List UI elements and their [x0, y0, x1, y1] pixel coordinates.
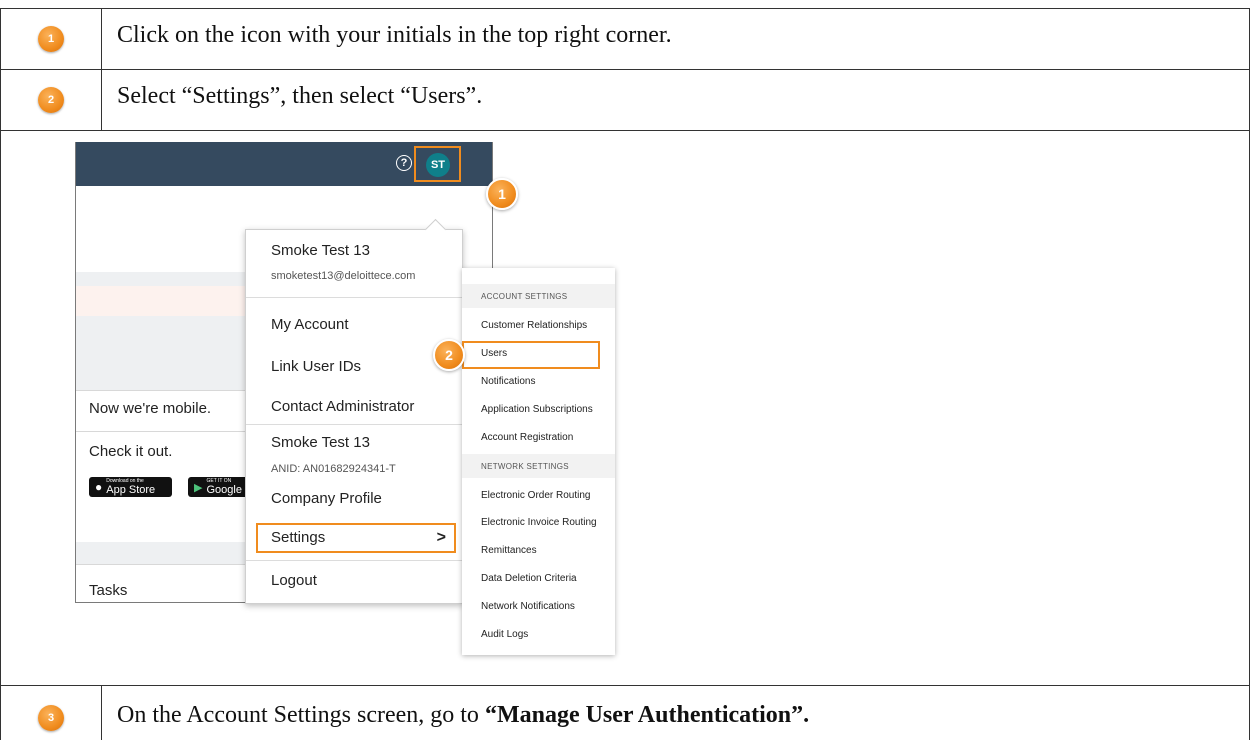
- menu-item-company-profile[interactable]: Company Profile: [271, 490, 382, 507]
- app-store-label: App Store: [106, 483, 156, 496]
- menu-item-logout[interactable]: Logout: [271, 572, 317, 589]
- table-column-divider: [101, 685, 102, 740]
- table-row-divider: [0, 685, 1250, 686]
- tasks-heading: Tasks: [89, 582, 128, 599]
- submenu-item-customer-relationships[interactable]: Customer Relationships: [481, 320, 587, 331]
- step-3-text: On the Account Settings screen, go to “M…: [117, 702, 809, 729]
- submenu-item-account-registration[interactable]: Account Registration: [481, 432, 573, 443]
- table-border-left: [0, 8, 1, 740]
- menu-item-link-user-ids[interactable]: Link User IDs: [271, 358, 361, 375]
- chevron-right-icon: >: [436, 529, 446, 546]
- submenu-item-remittances[interactable]: Remittances: [481, 545, 537, 556]
- menu-divider: [246, 560, 462, 561]
- menu-item-my-account[interactable]: My Account: [271, 316, 349, 333]
- submenu-item-network-notifications[interactable]: Network Notifications: [481, 601, 575, 612]
- google-play-label: Google: [206, 483, 242, 496]
- submenu-item-users[interactable]: Users: [481, 348, 507, 359]
- settings-label: Settings: [271, 529, 326, 546]
- step-3-text-emphasis: “Manage User Authentication”.: [484, 702, 810, 728]
- step-3-badge: 3: [38, 705, 64, 731]
- submenu-item-data-deletion-criteria[interactable]: Data Deletion Criteria: [481, 573, 577, 584]
- table-column-divider: [101, 8, 102, 130]
- apple-icon: ●: [95, 480, 103, 494]
- company-name: Smoke Test 13: [271, 434, 370, 451]
- table-row-divider: [0, 69, 1250, 70]
- submenu-item-application-subscriptions[interactable]: Application Subscriptions: [481, 404, 593, 415]
- network-settings-header: NETWORK SETTINGS: [462, 454, 615, 478]
- user-avatar-button[interactable]: ST: [426, 153, 450, 177]
- table-border-top: [0, 8, 1250, 9]
- callout-2-badge: 2: [433, 339, 465, 371]
- user-name: Smoke Test 13: [271, 242, 370, 259]
- table-row-divider: [0, 130, 1250, 131]
- step-1-badge: 1: [38, 26, 64, 52]
- menu-divider: [246, 297, 462, 298]
- app-header-bar: ? ST: [76, 142, 492, 186]
- app-store-badge[interactable]: ● Download on the App Store: [89, 477, 172, 497]
- help-icon[interactable]: ?: [396, 155, 412, 171]
- step-1-text: Click on the icon with your initials in …: [117, 22, 672, 48]
- menu-item-contact-administrator[interactable]: Contact Administrator: [271, 398, 414, 415]
- submenu-item-electronic-order-routing[interactable]: Electronic Order Routing: [481, 490, 591, 501]
- submenu-item-audit-logs[interactable]: Audit Logs: [481, 629, 528, 640]
- google-play-badge[interactable]: ▶ GET IT ON Google: [188, 477, 248, 497]
- user-email: smoketest13@deloittece.com: [271, 270, 416, 282]
- submenu-item-notifications[interactable]: Notifications: [481, 376, 535, 387]
- callout-1-badge: 1: [486, 178, 518, 210]
- step-2-text: Select “Settings”, then select “Users”.: [117, 83, 483, 109]
- account-settings-header: ACCOUNT SETTINGS: [462, 284, 615, 308]
- menu-item-settings[interactable]: Settings >: [256, 523, 456, 553]
- menu-divider: [246, 424, 462, 425]
- settings-submenu: ACCOUNT SETTINGS Customer Relationships …: [462, 268, 615, 655]
- step-2-badge: 2: [38, 87, 64, 113]
- company-anid: ANID: AN01682924341-T: [271, 463, 396, 475]
- play-icon: ▶: [194, 481, 203, 494]
- step-3-text-prefix: On the Account Settings screen, go to: [117, 702, 485, 728]
- submenu-item-electronic-invoice-routing[interactable]: Electronic Invoice Routing: [481, 517, 597, 528]
- user-dropdown-menu: Smoke Test 13 smoketest13@deloittece.com…: [245, 218, 463, 604]
- mobile-promo-cta: Check it out.: [89, 443, 173, 460]
- mobile-promo-title: Now we're mobile.: [89, 400, 212, 417]
